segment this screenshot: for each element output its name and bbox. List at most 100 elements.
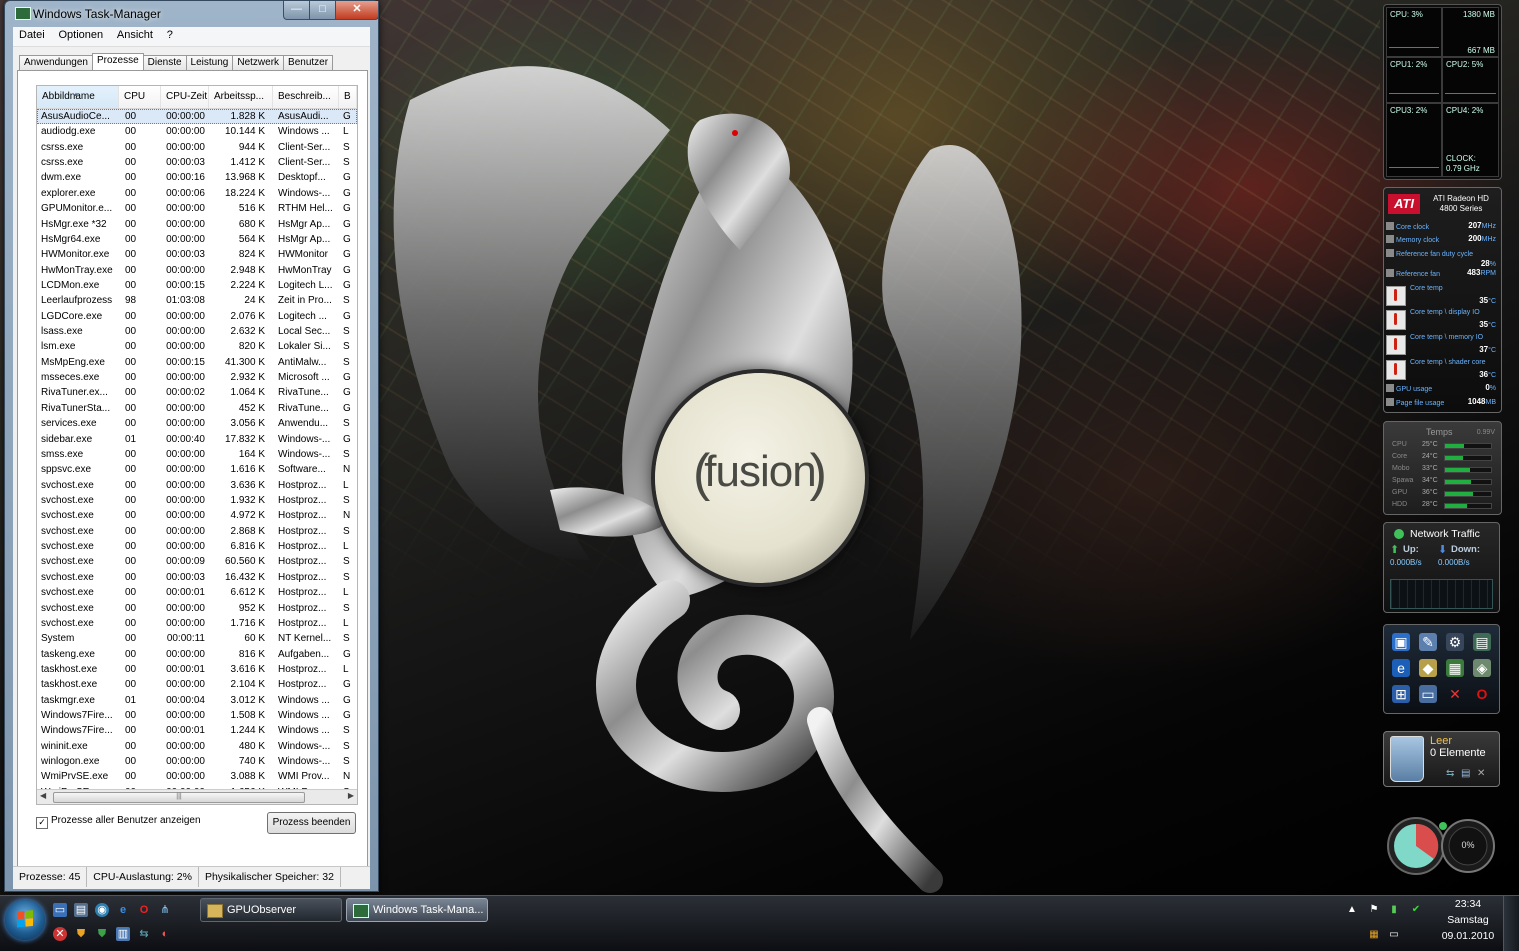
process-row[interactable]: HwMonTray.exe 00 00:00:00 2.948 K HwMonTray G [37, 263, 357, 278]
process-row[interactable]: sidebar.exe 01 00:00:40 17.832 K Windows-...… [37, 432, 357, 447]
end-process-button[interactable]: Prozess beenden [267, 812, 356, 834]
taskbar-clock[interactable]: 23:34 Samstag 09.01.2010 [1437, 896, 1499, 951]
hardware-monitor-icon[interactable]: ▮ [1388, 904, 1400, 916]
scrollbar-thumb[interactable]: ||| [53, 792, 305, 803]
process-row[interactable]: explorer.exe 00 00:00:06 18.224 K Windows-..… [37, 186, 357, 201]
menu-datei[interactable]: Datei [13, 27, 50, 41]
process-row[interactable]: sppsvc.exe 00 00:00:00 1.616 K Software... N [37, 462, 357, 477]
network-traffic-gadget[interactable]: Network Traffic ⬆ Up: ⬇ Down: 0.000B/s 0… [1383, 522, 1500, 613]
process-row[interactable]: svchost.exe 00 00:00:00 1.932 K Hostproz... S [37, 493, 357, 508]
launch-tags-icon[interactable]: ◆ [1419, 659, 1437, 677]
process-row[interactable]: csrss.exe 00 00:00:00 944 K Client-Ser... S [37, 140, 357, 155]
keyboard-layout-icon[interactable]: ▦ [1368, 929, 1380, 941]
minimize-button[interactable]: — [283, 1, 310, 20]
menu-help[interactable]: ? [161, 27, 178, 41]
column-header-description[interactable]: Beschreib... [273, 86, 339, 108]
cpu-meter-gadget[interactable]: CPU: 3% 1380 MB 667 MB CPU1: 2% CPU2: 5%… [1383, 4, 1502, 180]
launch-panel-icon[interactable]: ▤ [1473, 633, 1491, 651]
column-header-image-name[interactable]: ▲ Abbildname [37, 86, 119, 108]
process-row[interactable]: HWMonitor.exe 00 00:00:03 824 K HWMonitor G [37, 247, 357, 262]
process-row[interactable]: lsass.exe 00 00:00:00 2.632 K Local Sec... S [37, 324, 357, 339]
process-row[interactable]: WmiPrvSE.exe 00 00:00:00 3.088 K WMI Prov...… [37, 769, 357, 784]
horizontal-scrollbar[interactable]: ◀ ||| ▶ [37, 789, 357, 804]
menu-optionen[interactable]: Optionen [52, 27, 108, 41]
usage-meter-gadget[interactable]: 0% [1387, 816, 1497, 876]
launch-computer-icon[interactable]: ▣ [1392, 633, 1410, 651]
process-row[interactable]: services.exe 00 00:00:00 3.056 K Anwendu... S [37, 416, 357, 431]
quick-launch-gadget[interactable]: ▣ ✎ ⚙ ▤ e ◆ ▦ ◈ ⊞ ▭ ✕ O [1383, 624, 1500, 714]
scroll-right-icon[interactable]: ▶ [348, 791, 354, 800]
temps-gadget[interactable]: Temps 0.99V CPU 25°C Core 24°C Mobo 33°C Spawa… [1383, 421, 1502, 515]
launch-opera-icon[interactable]: O [1473, 685, 1491, 703]
process-row[interactable]: svchost.exe 00 00:00:09 60.560 K Hostproz...… [37, 554, 357, 569]
process-row[interactable]: svchost.exe 00 00:00:00 2.868 K Hostproz... S [37, 524, 357, 539]
process-row[interactable]: MsMpEng.exe 00 00:00:15 41.300 K AntiMalw...… [37, 355, 357, 370]
ati-gpu-gadget[interactable]: ATI ATI Radeon HD 4800 Series Core clock… [1383, 187, 1502, 413]
sync-icon[interactable]: ⇆ [137, 927, 151, 941]
process-row[interactable]: LGDCore.exe 00 00:00:00 2.076 K Logitech ...… [37, 309, 357, 324]
process-row[interactable]: GPUMonitor.e... 00 00:00:00 516 K RTHM Hel..… [37, 201, 357, 216]
launch-image-icon[interactable]: ▦ [1446, 659, 1464, 677]
ccleaner-icon[interactable]: ◐ [158, 927, 172, 941]
scroll-left-icon[interactable]: ◀ [40, 791, 46, 800]
process-row[interactable]: svchost.exe 00 00:00:00 4.972 K Hostproz... N [37, 508, 357, 523]
action-center-flag-icon[interactable]: ⚑ [1368, 904, 1380, 916]
column-header-cpu-time[interactable]: CPU-Zeit [161, 86, 209, 108]
process-row[interactable]: taskhost.exe 00 00:00:01 3.616 K Hostproz...… [37, 662, 357, 677]
column-header-cpu[interactable]: CPU [119, 86, 161, 108]
refresh-icon[interactable]: ⇆ [1446, 768, 1454, 779]
process-row[interactable]: smss.exe 00 00:00:00 164 K Windows-... S [37, 447, 357, 462]
internet-explorer-icon[interactable]: e [116, 903, 130, 917]
taskbar-button-gpuobserver[interactable]: GPUObserver [200, 898, 342, 922]
launch-close-icon[interactable]: ✕ [1446, 685, 1464, 703]
security-shield-icon[interactable]: ⛊ [95, 927, 109, 941]
process-row[interactable]: taskmgr.exe 01 00:00:04 3.012 K Windows ... G [37, 693, 357, 708]
process-row[interactable]: Windows7Fire... 00 00:00:00 1.508 K Windows … [37, 708, 357, 723]
process-row[interactable]: svchost.exe 00 00:00:00 1.716 K Hostproz... L [37, 616, 357, 631]
launch-settings-icon[interactable]: ⚙ [1446, 633, 1464, 651]
launch-stack-icon[interactable]: ◈ [1473, 659, 1491, 677]
switch-windows-icon[interactable]: ▤ [74, 903, 88, 917]
document-icon[interactable]: ▥ [116, 927, 130, 941]
process-row[interactable]: svchost.exe 00 00:00:00 6.816 K Hostproz... L [37, 539, 357, 554]
taskbar-button-task-manager[interactable]: Windows Task-Mana... [346, 898, 488, 922]
bin-settings-icon[interactable]: ✕ [1477, 768, 1485, 779]
network-tray-icon[interactable]: ▭ [1388, 929, 1400, 941]
launch-monitor-icon[interactable]: ▭ [1419, 685, 1437, 703]
launch-notepad-icon[interactable]: ✎ [1419, 633, 1437, 651]
process-row[interactable]: svchost.exe 00 00:00:00 3.636 K Hostproz... L [37, 478, 357, 493]
show-desktop-button[interactable] [1503, 896, 1519, 951]
process-row[interactable]: taskeng.exe 00 00:00:00 816 K Aufgaben... G [37, 647, 357, 662]
maximize-button[interactable]: □ [309, 1, 336, 20]
process-row[interactable]: HsMgr.exe *32 00 00:00:00 680 K HsMgr Ap... G [37, 217, 357, 232]
column-header-user[interactable]: B [339, 86, 357, 108]
process-row[interactable]: audiodg.exe 00 00:00:00 10.144 K Windows ...… [37, 124, 357, 139]
process-row[interactable]: dwm.exe 00 00:00:16 13.968 K Desktopf... G [37, 170, 357, 185]
process-row[interactable]: HsMgr64.exe 00 00:00:00 564 K HsMgr Ap... G [37, 232, 357, 247]
process-row[interactable]: lsm.exe 00 00:00:00 820 K Lokaler Si... S [37, 339, 357, 354]
process-row[interactable]: Windows7Fire... 00 00:00:01 1.244 K Windows … [37, 723, 357, 738]
process-row[interactable]: msseces.exe 00 00:00:00 2.932 K Microsoft ..… [37, 370, 357, 385]
process-row[interactable]: winlogon.exe 00 00:00:00 740 K Windows-... S [37, 754, 357, 769]
process-row[interactable]: Leerlaufprozess 98 01:03:08 24 K Zeit in Pro… [37, 293, 357, 308]
column-header-working-set[interactable]: Arbeitssp... [209, 86, 273, 108]
process-row[interactable]: System 00 00:00:11 60 K NT Kernel... S [37, 631, 357, 646]
start-button[interactable] [5, 900, 45, 940]
close-button[interactable]: ✕ [335, 1, 379, 20]
show-all-users-option[interactable]: ✓ Prozesse aller Benutzer anzeigen [36, 815, 201, 829]
show-all-users-checkbox[interactable]: ✓ [36, 817, 48, 829]
network-icon[interactable]: ⋔ [158, 903, 172, 917]
process-row[interactable]: RivaTunerSta... 00 00:00:00 452 K RivaTune..… [37, 401, 357, 416]
globe-icon[interactable]: ◉ [95, 903, 109, 917]
show-hidden-icons-icon[interactable]: ▲ [1346, 904, 1358, 916]
process-row[interactable]: svchost.exe 00 00:00:00 952 K Hostproz... S [37, 601, 357, 616]
process-row[interactable]: LCDMon.exe 00 00:00:15 2.224 K Logitech L...… [37, 278, 357, 293]
process-row[interactable]: svchost.exe 00 00:00:01 6.612 K Hostproz... L [37, 585, 357, 600]
antivirus-icon[interactable]: ✕ [53, 927, 67, 941]
opera-icon[interactable]: O [137, 903, 151, 917]
menu-ansicht[interactable]: Ansicht [111, 27, 158, 41]
process-list[interactable]: ▲ Abbildname CPU CPU-Zeit Arbeitssp... Beschr… [36, 85, 358, 805]
empty-bin-icon[interactable]: ▤ [1461, 768, 1470, 779]
shield-icon[interactable]: ⛊ [74, 927, 88, 941]
launch-windows-icon[interactable]: ⊞ [1392, 685, 1410, 703]
